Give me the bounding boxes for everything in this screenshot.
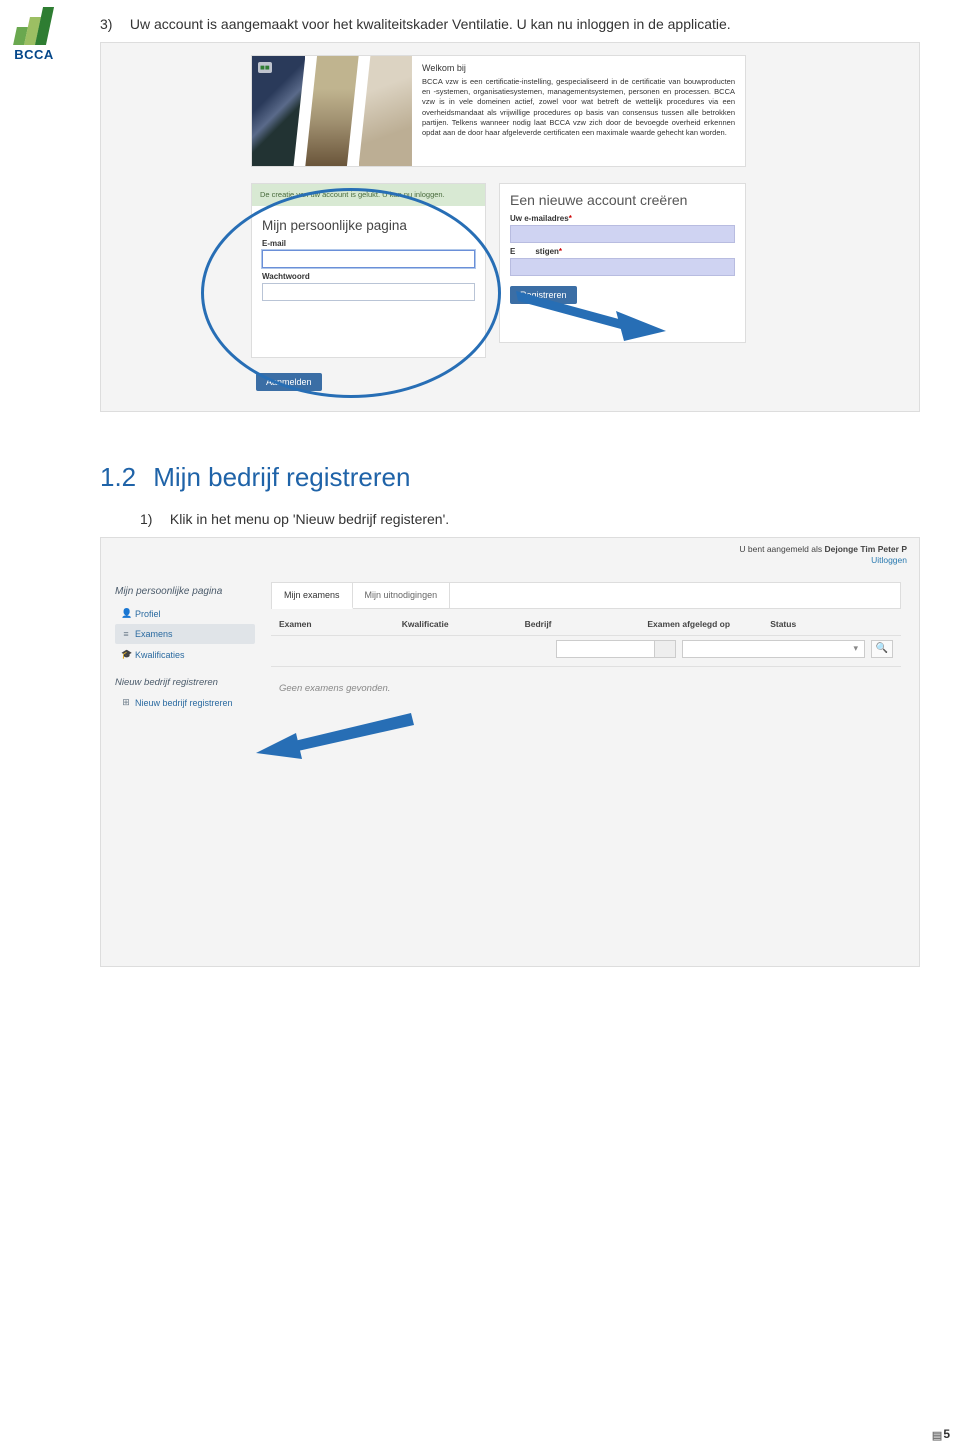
submit-login-button[interactable]: Aanmelden xyxy=(256,373,322,391)
intro-step-text: Uw account is aangemaakt voor het kwalit… xyxy=(130,16,731,32)
intro-step: 3) Uw account is aangemaakt voor het kwa… xyxy=(100,16,920,32)
register-email-field[interactable] xyxy=(510,225,735,243)
sidebar-item-label: Kwalificaties xyxy=(135,650,185,660)
welcome-body: BCCA vzw is een certificatie-instelling,… xyxy=(422,77,735,138)
screenshot-login-page: ■■ Welkom bij BCCA vzw is een certificat… xyxy=(100,42,920,412)
register-email-label: Uw e-mailadres* xyxy=(510,214,735,223)
filter-row: ▦ 🔍 xyxy=(271,636,901,667)
welcome-panel: ■■ Welkom bij BCCA vzw is een certificat… xyxy=(251,55,746,167)
intro-step-number: 3) xyxy=(100,16,126,32)
tabs: Mijn examens Mijn uitnodigingen xyxy=(271,582,901,609)
register-button[interactable]: Registreren xyxy=(510,286,577,304)
topbar-userinfo: U bent aangemeld als Dejonge Tim Peter P… xyxy=(739,544,907,567)
filter-status-select[interactable] xyxy=(682,640,865,658)
page-number: ▤5 xyxy=(932,1427,950,1442)
sidebar-item-label: Profiel xyxy=(135,609,161,619)
sidebar-item-kwalificaties[interactable]: 🎓 Kwalificaties xyxy=(115,644,255,665)
main-content: Mijn examens Mijn uitnodigingen Examen K… xyxy=(271,582,901,710)
tab-mijn-examens[interactable]: Mijn examens xyxy=(272,583,353,609)
user-icon: 👤 xyxy=(121,608,131,619)
section-step-text: Klik in het menu op 'Nieuw bedrijf regis… xyxy=(170,511,449,527)
th-status: Status xyxy=(770,619,893,629)
logout-link[interactable]: Uitloggen xyxy=(739,555,907,566)
th-kwalificatie: Kwalificatie xyxy=(402,619,525,629)
register-heading: Een nieuwe account creëren xyxy=(510,192,735,208)
register-panel: Een nieuwe account creëren Uw e-mailadre… xyxy=(499,183,746,343)
register-confirm-field[interactable] xyxy=(510,258,735,276)
search-icon: 🔍 xyxy=(876,643,888,654)
filter-date-input[interactable]: ▦ xyxy=(556,640,676,658)
search-button[interactable]: 🔍 xyxy=(871,640,893,658)
account-created-banner: De creatie van uw account is gelukt. U k… xyxy=(252,184,485,206)
login-heading: Mijn persoonlijke pagina xyxy=(262,218,475,233)
welcome-banner-image: ■■ xyxy=(252,56,412,166)
section-title: Mijn bedrijf registreren xyxy=(153,462,410,492)
section-heading: 1.2 Mijn bedrijf registreren xyxy=(100,462,920,493)
logo-text: BCCA xyxy=(4,47,64,62)
calendar-icon: ▦ xyxy=(662,644,671,655)
tab-mijn-uitnodigingen[interactable]: Mijn uitnodigingen xyxy=(353,583,451,608)
annotation-arrow-menu-item xyxy=(256,713,416,763)
password-field[interactable] xyxy=(262,283,475,301)
section-step-1: 1) Klik in het menu op 'Nieuw bedrijf re… xyxy=(140,511,920,527)
email-label: E-mail xyxy=(262,239,475,248)
plus-icon: ⊞ xyxy=(121,697,131,708)
logo-icon xyxy=(13,5,55,45)
sidebar-item-profile[interactable]: 👤 Profiel xyxy=(115,603,255,624)
graduation-icon: 🎓 xyxy=(121,649,131,660)
th-bedrijf: Bedrijf xyxy=(525,619,648,629)
bcca-logo: BCCA xyxy=(4,5,64,62)
th-examen-afgelegd-op: Examen afgelegd op xyxy=(647,619,770,629)
sidebar-item-examens[interactable]: ≡ Examens xyxy=(115,624,255,644)
sidebar-group-title: Nieuw bedrijf registreren xyxy=(115,677,255,688)
empty-state: Geen examens gevonden. xyxy=(271,667,901,710)
email-field[interactable] xyxy=(262,250,475,268)
sidebar-item-label: Examens xyxy=(135,629,173,639)
list-icon: ≡ xyxy=(121,629,131,639)
sidebar-item-nieuw-bedrijf[interactable]: ⊞ Nieuw bedrijf registreren xyxy=(115,692,255,713)
sidebar-title: Mijn persoonlijke pagina xyxy=(115,586,255,597)
welcome-title: Welkom bij xyxy=(422,62,735,74)
password-label: Wachtwoord xyxy=(262,272,475,281)
sidebar: Mijn persoonlijke pagina 👤 Profiel ≡ Exa… xyxy=(115,586,255,713)
loggedin-prefix: U bent aangemeld als xyxy=(739,544,824,554)
login-panel: De creatie van uw account is gelukt. U k… xyxy=(251,183,486,358)
th-examen: Examen xyxy=(279,619,402,629)
sidebar-item-label: Nieuw bedrijf registreren xyxy=(135,698,233,708)
section-step-number: 1) xyxy=(140,511,166,527)
section-number: 1.2 xyxy=(100,462,146,493)
screenshot-dashboard: U bent aangemeld als Dejonge Tim Peter P… xyxy=(100,537,920,967)
loggedin-username: Dejonge Tim Peter P xyxy=(824,544,907,554)
table-header: Examen Kwalificatie Bedrijf Examen afgel… xyxy=(271,609,901,636)
page-icon: ▤ xyxy=(932,1430,942,1442)
register-confirm-label: E stigen* xyxy=(510,247,735,256)
